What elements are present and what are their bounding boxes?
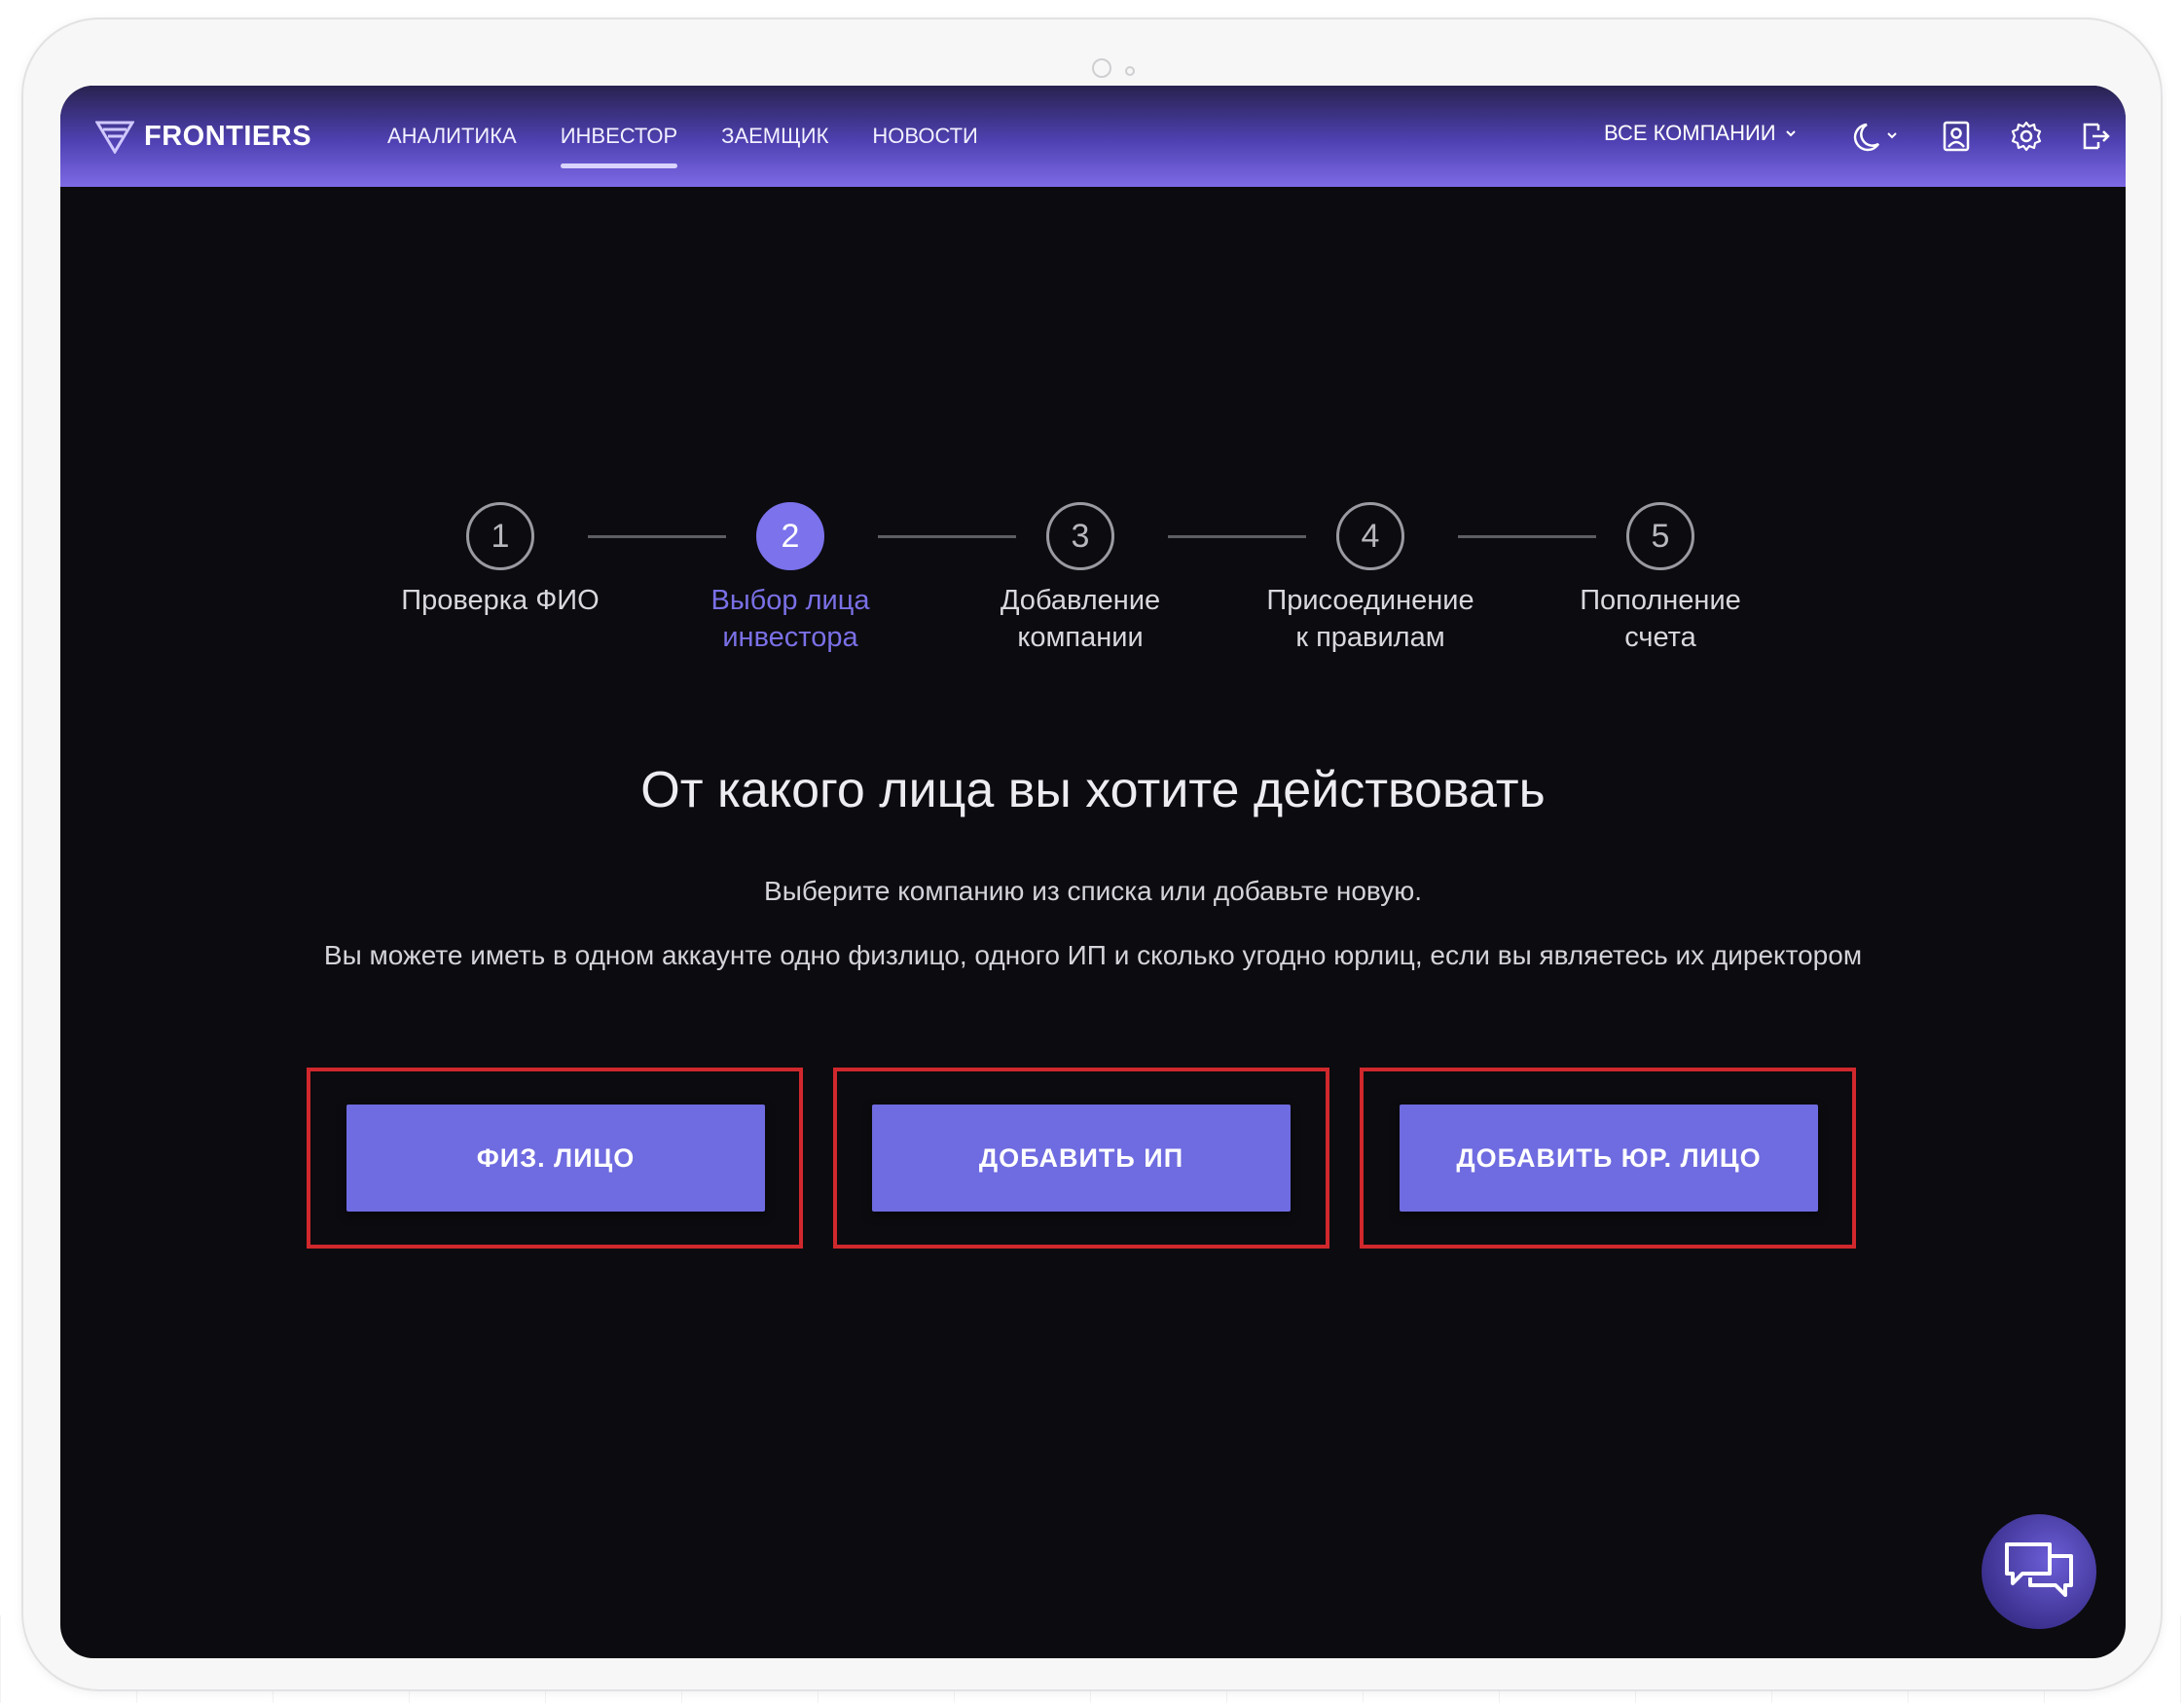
company-select-label: ВСЕ КОМПАНИИ <box>1604 121 1776 145</box>
step-number: 1 <box>466 502 534 570</box>
step-label-line: компании <box>1017 622 1144 653</box>
nav-item-borrower[interactable]: ЗАЕМЩИК <box>721 124 828 149</box>
chevron-down-icon <box>1785 130 1796 137</box>
add-ip-button[interactable]: ДОБАВИТЬ ИП <box>872 1105 1291 1212</box>
camera-icon <box>1092 58 1111 78</box>
chat-icon <box>2005 1542 2073 1597</box>
step-2: 2 Выбор лица инвестора <box>664 502 917 656</box>
step-number: 4 <box>1336 502 1404 570</box>
company-select[interactable]: ВСЕ КОМПАНИИ <box>1604 121 1798 146</box>
step-number: 3 <box>1046 502 1114 570</box>
individual-button[interactable]: ФИЗ. ЛИЦО <box>346 1105 765 1212</box>
sensor-icon <box>1125 66 1135 76</box>
step-3: 3 Добавление компании <box>954 502 1207 656</box>
nav-item-investor[interactable]: ИНВЕСТОР <box>560 124 678 168</box>
step-label-line: Добавление <box>1000 585 1161 616</box>
step-label: Добавление компании <box>954 582 1207 656</box>
page-subtitle: Выберите компанию из списка или добавьте… <box>764 876 1422 906</box>
step-label: Присоединение к правилам <box>1244 582 1497 656</box>
logo[interactable]: FRONTIERS <box>95 119 311 154</box>
step-label: Пополнение счета <box>1534 582 1787 656</box>
step-1: 1 Проверка ФИО <box>374 502 627 619</box>
chat-button[interactable] <box>1982 1514 2096 1629</box>
app-screen: FRONTIERS АНАЛИТИКА ИНВЕСТОР ЗАЕМЩИК НОВ… <box>60 86 2126 1658</box>
main-nav: АНАЛИТИКА ИНВЕСТОР ЗАЕМЩИК НОВОСТИ <box>387 86 1022 187</box>
step-5: 5 Пополнение счета <box>1534 502 1787 656</box>
top-navbar: FRONTIERS АНАЛИТИКА ИНВЕСТОР ЗАЕМЩИК НОВ… <box>60 86 2126 187</box>
step-label-line: счета <box>1624 622 1696 653</box>
step-label: Проверка ФИО <box>374 582 627 619</box>
onboarding-stepper: 1 Проверка ФИО 2 Выбор лица инвестора 3 … <box>60 502 2126 697</box>
step-label-line: Выбор лица <box>710 585 870 616</box>
gear-icon[interactable] <box>2009 119 2044 154</box>
logout-icon[interactable] <box>2077 119 2112 154</box>
step-label-line: Присоединение <box>1266 585 1474 616</box>
moon-icon[interactable] <box>1845 119 1904 154</box>
nav-item-news[interactable]: НОВОСТИ <box>872 124 977 149</box>
page-title: От какого лица вы хотите действовать <box>640 762 1546 818</box>
step-number: 5 <box>1626 502 1694 570</box>
step-label-line: к правилам <box>1295 622 1445 653</box>
add-legal-entity-button[interactable]: ДОБАВИТЬ ЮР. ЛИЦО <box>1400 1105 1818 1212</box>
frontiers-logo-icon <box>95 121 134 154</box>
step-4: 4 Присоединение к правилам <box>1244 502 1497 656</box>
logo-text: FRONTIERS <box>144 120 312 152</box>
nav-item-analytics[interactable]: АНАЛИТИКА <box>387 124 517 149</box>
step-label-line: инвестора <box>722 622 858 653</box>
step-number: 2 <box>756 502 824 570</box>
step-label-line: Проверка ФИО <box>401 585 600 616</box>
page-description: Вы можете иметь в одном аккаунте одно фи… <box>323 940 1863 970</box>
user-card-icon[interactable] <box>1939 119 1974 154</box>
step-label-line: Пополнение <box>1580 585 1741 616</box>
step-label: Выбор лица инвестора <box>664 582 917 656</box>
